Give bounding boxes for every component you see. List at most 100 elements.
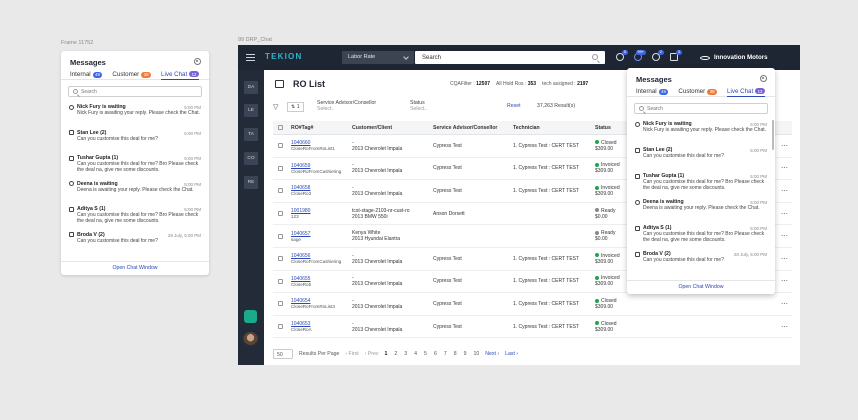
page-number[interactable]: 2	[394, 351, 397, 357]
message-item[interactable]: Broda V (2) 28 July, 5:00 PM Can you custo…	[627, 248, 775, 274]
page-number[interactable]: 10	[474, 351, 480, 357]
page-number[interactable]: 6	[434, 351, 437, 357]
chat-icon[interactable]: 99+	[634, 50, 646, 61]
checkbox[interactable]	[278, 301, 283, 307]
message-item[interactable]: Tushar Gupta (1) 5:00 PM Can you customise…	[61, 152, 209, 178]
checkbox[interactable]	[278, 211, 283, 217]
page-size-select[interactable]: 50	[273, 349, 293, 359]
message-item[interactable]: Nick Fury is waiting 5:00 PM Nick Fury is …	[61, 101, 209, 127]
global-search[interactable]: Search	[415, 51, 605, 64]
more-actions-icon[interactable]: ⋯	[781, 255, 788, 263]
dealer-selector[interactable]: Innovation Motors	[700, 54, 768, 61]
more-actions-icon[interactable]: ⋯	[781, 277, 788, 285]
search-placeholder: Search	[422, 54, 442, 61]
reset-button[interactable]: Reset	[507, 103, 521, 109]
more-actions-icon[interactable]: ⋯	[781, 232, 788, 240]
warning-icon[interactable]: 3	[670, 50, 682, 61]
row-select[interactable]	[273, 278, 289, 284]
col-customer[interactable]: Customer/Client	[352, 125, 433, 131]
row-select[interactable]	[273, 143, 289, 149]
row-select[interactable]	[273, 188, 289, 194]
sidenav-item-co[interactable]: CO	[244, 152, 258, 165]
checkbox[interactable]	[278, 165, 283, 171]
sidenav-item-re[interactable]: RE	[244, 176, 258, 189]
message-item[interactable]: Deena is waiting 5:00 PM Deena is awaiting…	[627, 196, 775, 222]
more-actions-icon[interactable]: ⋯	[781, 300, 788, 308]
next-page-button[interactable]: Next ›	[485, 351, 499, 357]
tab-internal[interactable]: Internal 49	[636, 85, 669, 97]
page-number[interactable]: 3	[404, 351, 407, 357]
message-item[interactable]: Tushar Gupta (1) 5:00 PM Can you customise…	[627, 170, 775, 196]
page-number[interactable]: 7	[444, 351, 447, 357]
more-actions-icon[interactable]: ⋯	[781, 187, 788, 195]
checkbox[interactable]	[278, 143, 283, 149]
table-row[interactable]: 1040653 CloseRoA - 2013 Chevrolet Impala Cy…	[273, 316, 792, 339]
checkbox[interactable]	[278, 125, 283, 130]
last-page-button[interactable]: Last ›	[505, 351, 518, 357]
search-icon	[639, 106, 644, 111]
sidenav-item-da[interactable]: DA	[244, 81, 258, 94]
checkbox[interactable]	[278, 188, 283, 194]
col-advisor[interactable]: Service Advisor/Consellor	[433, 125, 513, 131]
gear-icon[interactable]	[760, 75, 767, 82]
row-select[interactable]	[273, 165, 289, 171]
checkbox[interactable]	[278, 324, 283, 330]
col-ro[interactable]: RO#Tag#	[289, 125, 352, 131]
messages-search[interactable]	[68, 86, 202, 97]
row-select[interactable]	[273, 301, 289, 307]
message-item[interactable]: Broda V (2) 28 July, 5:00 PM Can you custo…	[61, 229, 209, 255]
bell-icon[interactable]: 5	[616, 50, 628, 61]
search-input[interactable]	[647, 105, 747, 112]
search-input[interactable]	[81, 88, 181, 95]
more-actions-icon[interactable]: ⋯	[781, 142, 788, 150]
filter-icon[interactable]: ▽	[273, 103, 278, 111]
sidenav-item-le[interactable]: LE	[244, 104, 258, 117]
message-item[interactable]: Stan Lee (2) 5:00 PM Can you customise thi…	[627, 144, 775, 170]
select-all[interactable]	[273, 125, 289, 130]
team-icon[interactable]: 2	[652, 50, 664, 61]
message-item[interactable]: Deena is waiting 5:00 PM Deena is awaiting…	[61, 178, 209, 204]
row-select[interactable]	[273, 211, 289, 217]
col-technician[interactable]: Technician	[513, 125, 595, 131]
page-number[interactable]: 5	[424, 351, 427, 357]
open-chat-window-link[interactable]: Open Chat Window	[627, 280, 775, 294]
tab-live-chat[interactable]: Live Chat 12	[161, 68, 199, 80]
table-row[interactable]: 1040654 CloseRoFromRoList3- 2013 Chevrole…	[273, 293, 792, 316]
page-number[interactable]: 4	[414, 351, 417, 357]
row-select[interactable]	[273, 256, 289, 262]
checkbox[interactable]	[278, 256, 283, 262]
avatar[interactable]	[243, 332, 258, 347]
labor-rate-select[interactable]: Labor Rate	[342, 51, 414, 64]
row-select[interactable]	[273, 324, 289, 330]
message-item[interactable]: Stan Lee (2) 5:00 PM Can you customise thi…	[61, 127, 209, 153]
tab-internal[interactable]: Internal 49	[70, 68, 103, 80]
sort-button[interactable]: ⇅ 1	[287, 102, 304, 112]
checkbox[interactable]	[278, 233, 283, 239]
more-actions-icon[interactable]: ⋯	[781, 323, 788, 331]
shield-icon[interactable]	[244, 310, 257, 323]
tab-customer[interactable]: Customer 39	[112, 68, 152, 80]
menu-icon[interactable]	[246, 54, 255, 61]
advisor-filter[interactable]: Service Advisor/Consellor Select..	[317, 100, 376, 112]
message-item[interactable]: Aditya S (1) 5:00 PM Can you customise thi…	[627, 222, 775, 248]
open-chat-window-link[interactable]: Open Chat Window	[61, 261, 209, 275]
prev-page-button[interactable]: ‹ Prev	[365, 351, 379, 357]
page-number[interactable]: 1	[384, 351, 387, 357]
tab-live-chat[interactable]: Live Chat 12	[727, 85, 765, 97]
page-number[interactable]: 8	[454, 351, 457, 357]
tab-customer[interactable]: Customer 39	[678, 85, 718, 97]
sidenav-item-ta[interactable]: TA	[244, 128, 258, 141]
technician-cell: 1. Cypress Test : CERT TEST	[513, 165, 580, 172]
row-select[interactable]	[273, 233, 289, 239]
page-number[interactable]: 9	[464, 351, 467, 357]
message-item[interactable]: Aditya S (1) 5:00 PM Can you customise thi…	[61, 203, 209, 229]
message-item[interactable]: Nick Fury is waiting 5:00 PM Nick Fury is …	[627, 118, 775, 144]
status-filter[interactable]: Status Select..	[410, 100, 427, 112]
first-page-button[interactable]: ‹ First	[345, 351, 358, 357]
vehicle: 2013 Chevrolet Impala	[352, 258, 403, 265]
checkbox[interactable]	[278, 278, 283, 284]
gear-icon[interactable]	[194, 58, 201, 65]
more-actions-icon[interactable]: ⋯	[781, 164, 788, 172]
messages-search[interactable]	[634, 103, 768, 114]
more-actions-icon[interactable]: ⋯	[781, 210, 788, 218]
